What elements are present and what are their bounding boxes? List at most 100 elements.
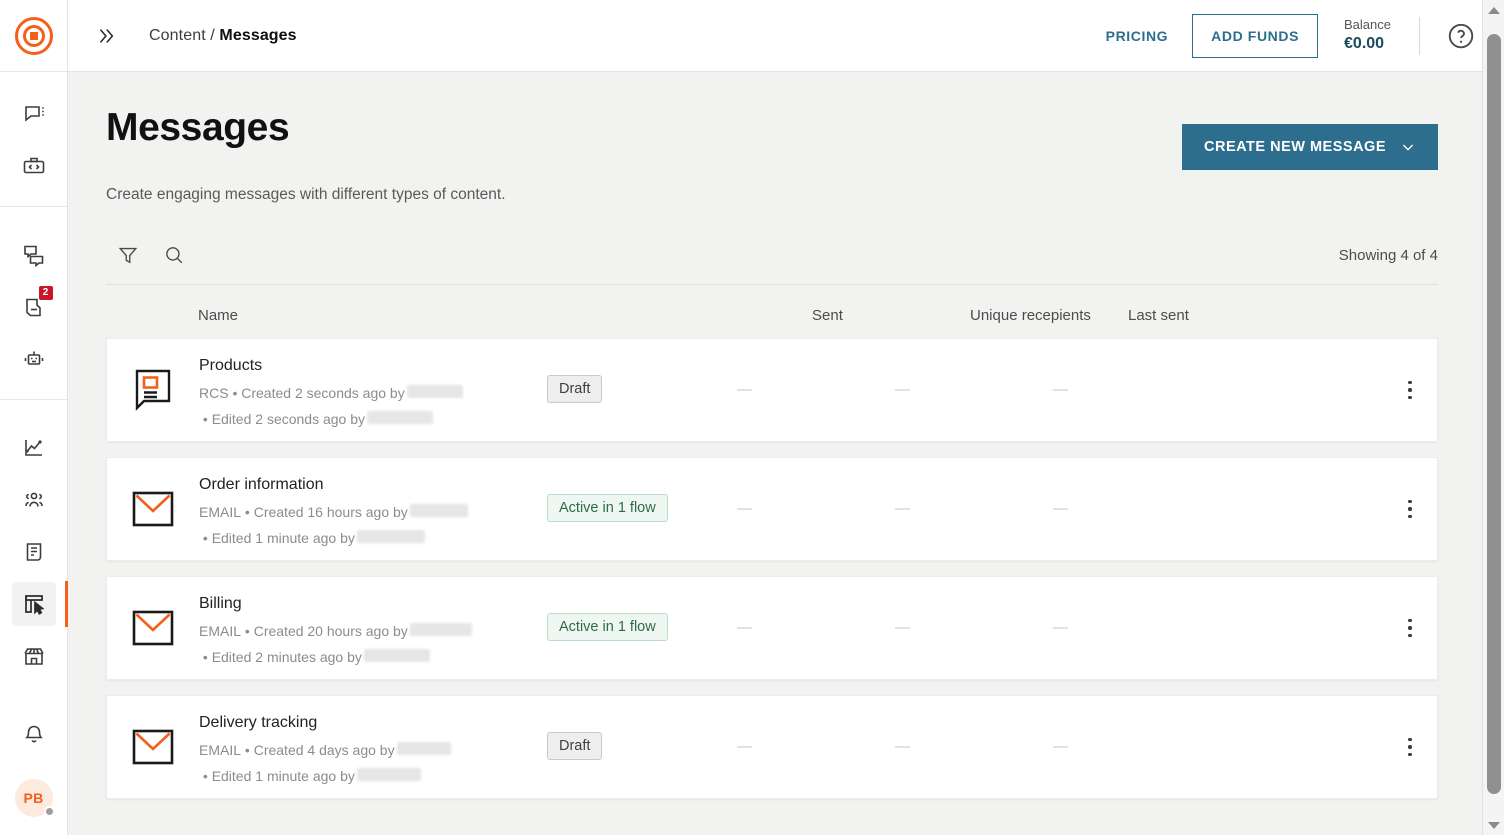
status-cell: Draft bbox=[547, 339, 737, 403]
breadcrumb-parent[interactable]: Content bbox=[149, 27, 206, 44]
column-header-sent: Sent bbox=[812, 307, 970, 324]
kebab-menu-icon[interactable] bbox=[1391, 381, 1437, 400]
table-row[interactable]: Products RCS • Created 2 seconds ago by … bbox=[106, 338, 1438, 442]
message-list: Products RCS • Created 2 seconds ago by … bbox=[106, 338, 1438, 799]
main-area: Content / Messages PRICING ADD FUNDS Bal… bbox=[68, 0, 1504, 835]
message-created: Created 2 seconds ago by bbox=[241, 385, 404, 401]
double-chevron-right-icon[interactable] bbox=[88, 19, 122, 53]
scroll-down-arrow-icon[interactable] bbox=[1483, 815, 1504, 835]
sidebar-item-conversations[interactable] bbox=[12, 92, 56, 136]
message-meta: EMAIL • Created 20 hours ago by • Edited… bbox=[199, 619, 537, 671]
sidebar-item-templates[interactable] bbox=[12, 530, 56, 574]
redacted-author bbox=[397, 742, 451, 755]
redacted-author bbox=[357, 768, 421, 781]
cell-last-sent: — bbox=[1053, 458, 1391, 517]
app-logo-icon[interactable] bbox=[15, 17, 53, 55]
page-title: Messages bbox=[106, 106, 289, 150]
cell-sent: — bbox=[737, 458, 895, 517]
showing-count: Showing 4 of 4 bbox=[1339, 247, 1438, 264]
cell-unique-recipients: — bbox=[895, 577, 1053, 636]
row-text-block: Delivery tracking EMAIL • Created 4 days… bbox=[199, 696, 547, 790]
page-scrollbar[interactable] bbox=[1482, 0, 1504, 835]
breadcrumb: Content / Messages bbox=[149, 27, 297, 45]
kebab-menu-icon[interactable] bbox=[1391, 619, 1437, 638]
cell-sent: — bbox=[737, 339, 895, 398]
message-name: Products bbox=[199, 357, 537, 375]
kebab-menu-icon[interactable] bbox=[1391, 500, 1437, 519]
chevron-down-icon bbox=[1400, 139, 1416, 155]
sidebar-item-bots[interactable] bbox=[12, 337, 56, 381]
robot-icon bbox=[22, 347, 46, 371]
primary-sidebar: 2 bbox=[0, 0, 68, 835]
cell-last-sent: — bbox=[1053, 696, 1391, 755]
sidebar-item-analytics[interactable] bbox=[12, 426, 56, 470]
sidebar-item-developer-tools[interactable] bbox=[12, 144, 56, 188]
logo-container bbox=[0, 0, 67, 72]
top-bar: Content / Messages PRICING ADD FUNDS Bal… bbox=[68, 0, 1504, 72]
table-row[interactable]: Delivery tracking EMAIL • Created 4 days… bbox=[106, 695, 1438, 799]
message-created: Created 16 hours ago by bbox=[254, 504, 408, 520]
message-meta: RCS • Created 2 seconds ago by • Edited … bbox=[199, 381, 537, 433]
message-channel: EMAIL bbox=[199, 623, 241, 639]
redacted-author bbox=[410, 504, 468, 517]
redacted-author bbox=[357, 530, 425, 543]
cell-last-sent: — bbox=[1053, 339, 1391, 398]
search-icon[interactable] bbox=[154, 238, 194, 272]
storefront-icon bbox=[22, 644, 46, 668]
balance-value: €0.00 bbox=[1344, 34, 1391, 54]
cell-last-sent: — bbox=[1053, 577, 1391, 636]
bell-icon bbox=[22, 723, 46, 747]
sidebar-item-campaigns[interactable] bbox=[12, 233, 56, 277]
redacted-author bbox=[407, 385, 463, 398]
people-group-icon bbox=[22, 488, 46, 512]
multi-chat-icon bbox=[22, 243, 46, 267]
message-meta: EMAIL • Created 16 hours ago by • Edited… bbox=[199, 500, 537, 552]
sidebar-item-content[interactable] bbox=[12, 582, 56, 626]
redacted-author bbox=[367, 411, 433, 424]
status-cell: Active in 1 flow bbox=[547, 577, 737, 641]
breadcrumb-current: Messages bbox=[219, 27, 296, 44]
cell-unique-recipients: — bbox=[895, 696, 1053, 755]
page-subtitle: Create engaging messages with different … bbox=[106, 186, 1438, 204]
document-icon bbox=[22, 540, 46, 564]
question-circle-icon[interactable] bbox=[1446, 21, 1476, 51]
redacted-author bbox=[364, 649, 430, 662]
toolbar-divider bbox=[1419, 17, 1420, 55]
message-channel: RCS bbox=[199, 385, 229, 401]
kebab-menu-icon[interactable] bbox=[1391, 738, 1437, 757]
message-channel: EMAIL bbox=[199, 742, 241, 758]
status-badge: Active in 1 flow bbox=[547, 494, 668, 522]
table-row[interactable]: Billing EMAIL • Created 20 hours ago by … bbox=[106, 576, 1438, 680]
add-funds-button[interactable]: ADD FUNDS bbox=[1192, 14, 1318, 58]
chat-bubble-icon bbox=[22, 102, 46, 126]
content-cursor-icon bbox=[22, 592, 46, 616]
avatar-status-dot bbox=[44, 806, 55, 817]
sidebar-item-store[interactable] bbox=[12, 634, 56, 678]
create-new-message-button[interactable]: CREATE NEW MESSAGE bbox=[1182, 124, 1438, 170]
table-header: Name Sent Unique recepients Last sent bbox=[106, 285, 1438, 338]
row-text-block: Order information EMAIL • Created 16 hou… bbox=[199, 458, 547, 552]
code-toolbox-icon bbox=[22, 154, 46, 178]
scrollbar-thumb[interactable] bbox=[1487, 34, 1501, 794]
sidebar-item-notifications[interactable] bbox=[12, 713, 56, 757]
status-badge: Draft bbox=[547, 732, 602, 760]
email-message-icon bbox=[107, 489, 199, 529]
sidebar-item-inbox[interactable]: 2 bbox=[12, 285, 56, 329]
pricing-link[interactable]: PRICING bbox=[1096, 20, 1179, 52]
message-edited: Edited 2 minutes ago by bbox=[212, 649, 362, 665]
scroll-up-arrow-icon[interactable] bbox=[1483, 0, 1504, 20]
sidebar-item-audience[interactable] bbox=[12, 478, 56, 522]
status-cell: Draft bbox=[547, 696, 737, 760]
avatar[interactable]: PB bbox=[15, 779, 53, 817]
sidebar-footer: PB bbox=[0, 709, 67, 835]
message-edited: Edited 1 minute ago by bbox=[212, 768, 355, 784]
filter-icon[interactable] bbox=[108, 238, 148, 272]
inbox-badge-count: 2 bbox=[39, 286, 53, 300]
sidebar-group-2: 2 bbox=[0, 207, 67, 400]
cell-sent: — bbox=[737, 696, 895, 755]
cell-sent: — bbox=[737, 577, 895, 636]
sidebar-group-3 bbox=[0, 400, 67, 682]
list-toolbar: Showing 4 of 4 bbox=[106, 238, 1438, 285]
table-row[interactable]: Order information EMAIL • Created 16 hou… bbox=[106, 457, 1438, 561]
redacted-author bbox=[410, 623, 472, 636]
